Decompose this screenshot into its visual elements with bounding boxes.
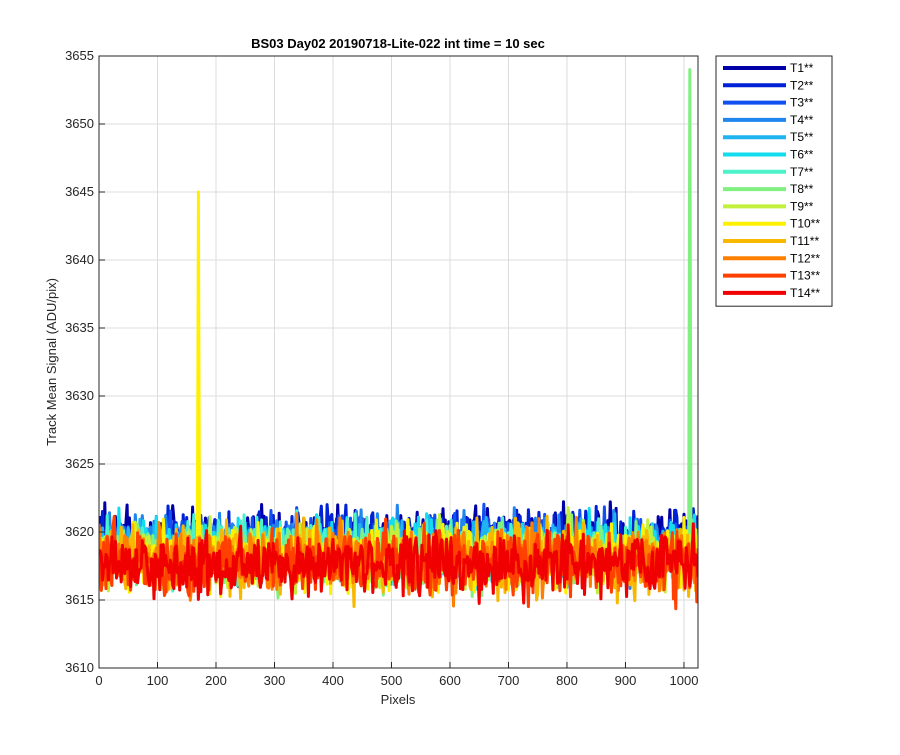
legend-label: T10** — [790, 217, 820, 231]
x-tick-label: 600 — [439, 673, 461, 688]
legend-label: T9** — [790, 199, 814, 213]
legend-label: T8** — [790, 182, 814, 196]
x-tick-label: 700 — [498, 673, 520, 688]
y-tick-label: 3610 — [65, 660, 94, 675]
y-tick-label: 3615 — [65, 592, 94, 607]
y-tick-label: 3655 — [65, 48, 94, 63]
legend-label: T12** — [790, 251, 820, 265]
x-tick-label: 200 — [205, 673, 227, 688]
x-tick-label: 1000 — [670, 673, 699, 688]
legend-label: T13** — [790, 269, 820, 283]
legend-label: T4** — [790, 113, 814, 127]
x-tick-label: 800 — [556, 673, 578, 688]
legend-label: T1** — [790, 61, 814, 75]
y-tick-label: 3630 — [65, 388, 94, 403]
legend-label: T11** — [790, 234, 819, 248]
chart-title: BS03 Day02 20190718-Lite-022 int time = … — [251, 36, 545, 51]
x-tick-label: 500 — [381, 673, 403, 688]
x-tick-label: 100 — [147, 673, 169, 688]
y-tick-label: 3640 — [65, 252, 94, 267]
figure: 0 100 200 300 400 500 600 700 800 900 1000 3610 361… — [0, 0, 900, 750]
x-tick-label: 0 — [95, 673, 102, 688]
legend-label: T2** — [790, 78, 814, 92]
y-tick-label: 3650 — [65, 116, 94, 131]
legend-label: T3** — [790, 96, 814, 110]
legend-label: T14** — [790, 286, 820, 300]
y-tick-label: 3635 — [65, 320, 94, 335]
legend: T1** T2** T3** T4** T5** T6** T7** T8** T9** T10*… — [715, 55, 833, 307]
y-tick-label: 3620 — [65, 524, 94, 539]
legend-label: T6** — [790, 148, 814, 162]
legend-label: T5** — [790, 130, 814, 144]
y-axis-label: Track Mean Signal (ADU/pix) — [44, 278, 59, 446]
legend-label: T7** — [790, 165, 814, 179]
y-tick-label: 3625 — [65, 456, 94, 471]
x-tick-label: 900 — [615, 673, 637, 688]
y-tick-label: 3645 — [65, 184, 94, 199]
x-tick-label: 300 — [264, 673, 286, 688]
x-axis-label: Pixels — [381, 692, 416, 707]
chart-svg: 0 100 200 300 400 500 600 700 800 900 1000 3610 361… — [44, 36, 833, 707]
x-tick-label: 400 — [322, 673, 344, 688]
